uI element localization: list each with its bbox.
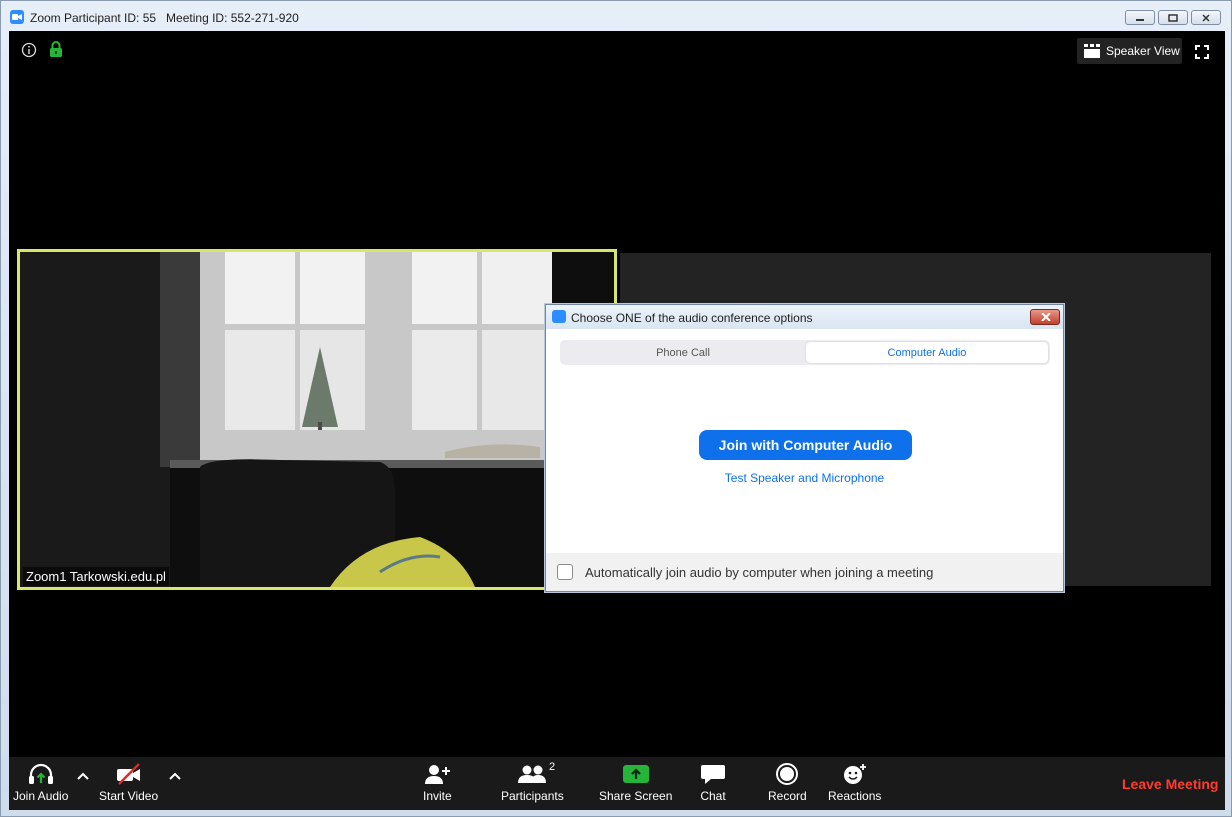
close-icon	[1202, 14, 1210, 22]
reactions-button[interactable]: Reactions	[828, 763, 881, 803]
share-screen-label: Share Screen	[599, 789, 673, 803]
invite-label: Invite	[423, 789, 452, 803]
participants-count-badge: 2	[549, 761, 556, 773]
share-screen-button[interactable]: Share Screen	[599, 763, 672, 803]
zoom-window: Zoom Participant ID: 55 Meeting ID: 552-…	[0, 0, 1232, 817]
share-screen-icon	[622, 765, 649, 783]
leave-meeting-button[interactable]: Leave Meeting	[1122, 776, 1218, 792]
test-link-text[interactable]: Test Speaker and Microphone	[725, 471, 884, 485]
video-feed-image	[20, 252, 614, 587]
minimize-icon	[1136, 19, 1144, 21]
dialog-close-button[interactable]	[1030, 309, 1060, 325]
test-speaker-microphone-link: Test Speaker and Microphone	[546, 471, 1063, 485]
record-icon	[776, 763, 799, 785]
participants-label: Participants	[501, 789, 564, 803]
start-video-label: Start Video	[99, 789, 159, 803]
speaker-view-icon	[1084, 44, 1100, 58]
close-icon	[1041, 313, 1051, 321]
auto-join-checkbox[interactable]	[557, 564, 573, 580]
add-person-icon	[425, 765, 451, 784]
chevron-up-icon[interactable]	[76, 771, 90, 781]
window-close-button[interactable]	[1191, 10, 1221, 25]
reactions-label: Reactions	[828, 789, 882, 803]
audio-tab-switcher: Phone Call Computer Audio	[560, 340, 1050, 365]
invite-button[interactable]: Invite	[423, 763, 452, 803]
maximize-icon	[1168, 14, 1178, 22]
audio-options-dialog: Choose ONE of the audio conference optio…	[545, 304, 1064, 592]
minimize-button[interactable]	[1125, 10, 1155, 25]
speaker-view-label: Speaker View	[1106, 44, 1180, 58]
restore-button[interactable]	[1158, 10, 1188, 25]
reactions-icon	[843, 764, 866, 784]
window-title: Zoom Participant ID: 55 Meeting ID: 552-…	[30, 11, 299, 25]
record-label: Record	[768, 789, 807, 803]
chevron-up-icon[interactable]	[168, 771, 182, 781]
info-icon[interactable]	[21, 42, 37, 58]
join-audio-label: Join Audio	[13, 789, 69, 803]
auto-join-label[interactable]: Automatically join audio by computer whe…	[585, 565, 933, 580]
participant-name-tag: Zoom1 Tarkowski.edu.pl	[23, 567, 169, 586]
participants-icon	[518, 765, 547, 783]
tab-computer-audio[interactable]: Computer Audio	[806, 342, 1048, 363]
join-audio-button[interactable]: Join Audio	[13, 763, 68, 803]
meeting-toolbar: Join Audio Start Video Invite Participan…	[9, 757, 1225, 810]
tab-phone-call[interactable]: Phone Call	[562, 342, 804, 363]
participant-video[interactable]: Zoom1 Tarkowski.edu.pl	[17, 249, 617, 590]
video-off-icon	[116, 763, 140, 785]
fullscreen-icon[interactable]	[1195, 45, 1209, 59]
record-button[interactable]: Record	[768, 763, 807, 803]
chat-button[interactable]: Chat	[700, 763, 726, 803]
window-titlebar: Zoom Participant ID: 55 Meeting ID: 552-…	[1, 1, 1231, 30]
join-computer-audio-button[interactable]: Join with Computer Audio	[699, 430, 912, 460]
start-video-button[interactable]: Start Video	[99, 763, 158, 803]
speaker-view-button[interactable]: Speaker View	[1077, 38, 1182, 64]
chat-label: Chat	[700, 789, 726, 803]
lock-icon[interactable]	[49, 41, 63, 58]
chat-icon	[701, 765, 725, 784]
dialog-titlebar: Choose ONE of the audio conference optio…	[546, 305, 1063, 329]
zoom-logo-icon	[10, 10, 24, 24]
dialog-footer: Automatically join audio by computer whe…	[546, 553, 1063, 591]
zoom-logo-icon	[552, 310, 566, 323]
headphones-icon	[28, 763, 53, 784]
dialog-title: Choose ONE of the audio conference optio…	[571, 311, 813, 325]
